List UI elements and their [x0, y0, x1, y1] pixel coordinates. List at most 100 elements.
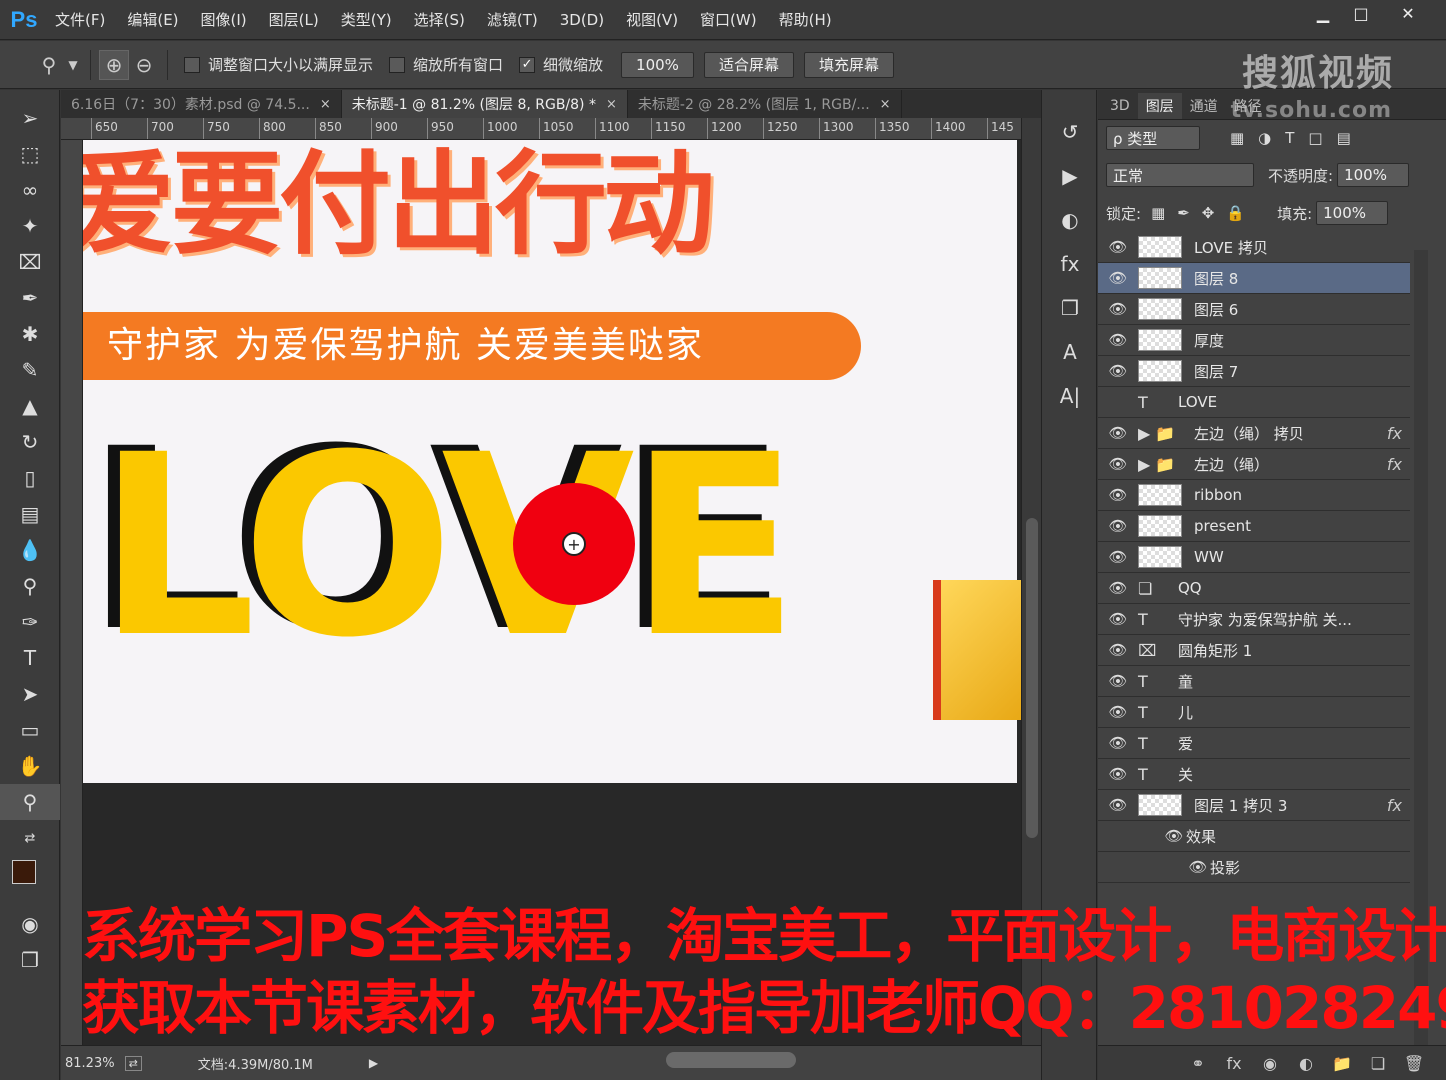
close-icon[interactable]: × [880, 97, 891, 112]
character-panel-icon[interactable]: A [1042, 330, 1098, 374]
menu-item[interactable]: 帮助(H) [768, 0, 843, 40]
folder-icon[interactable]: 📁 [1324, 1054, 1360, 1073]
layer-row[interactable]: 👁 图层 7 [1098, 356, 1410, 387]
fit-screen-button[interactable]: 适合屏幕 [703, 51, 794, 78]
eye-icon[interactable]: 👁 [1098, 393, 1138, 411]
tab-channels[interactable]: 通道 [1182, 93, 1226, 119]
layer-row[interactable]: 👁 LOVE 拷贝 [1098, 232, 1410, 263]
layer-row[interactable]: 👁 投影 [1098, 852, 1410, 883]
eye-icon[interactable]: 👁 [1098, 641, 1138, 659]
tab-doc-2[interactable]: 未标题-1 @ 81.2% (图层 8, RGB/8) * × [341, 90, 628, 118]
filter-icons[interactable]: ▦◑T□▤ [1230, 129, 1365, 147]
layer-row[interactable]: 👁 效果 [1098, 821, 1410, 852]
eye-icon[interactable]: 👁 [1162, 827, 1186, 845]
eye-icon[interactable]: 👁 [1098, 610, 1138, 628]
menu-item[interactable]: 3D(D) [549, 0, 615, 40]
color-swatches[interactable] [0, 856, 60, 906]
eye-icon[interactable]: 👁 [1098, 455, 1138, 473]
zoom-level[interactable]: 81.23% [65, 1056, 115, 1071]
tab-3d[interactable]: 3D [1102, 93, 1138, 119]
layer-row[interactable]: 👁T LOVE [1098, 387, 1410, 418]
magic-wand-tool-icon[interactable]: ✦ [0, 208, 60, 244]
scroll-thumb[interactable] [1026, 518, 1038, 838]
swap-colors-icon[interactable]: ⇄ [0, 820, 60, 856]
menu-item[interactable]: 图像(I) [190, 0, 258, 40]
scrubby-zoom-option[interactable]: ✓ 细微缩放 [519, 54, 603, 75]
zoom-in-icon[interactable]: ⊕ [99, 49, 129, 80]
layer-row[interactable]: 👁 T 守护家 为爱保驾护航 关... [1098, 604, 1410, 635]
eye-icon[interactable]: 👁 [1186, 858, 1210, 876]
layer-row[interactable]: 👁 图层 6 [1098, 294, 1410, 325]
eye-icon[interactable]: 👁 [1098, 765, 1138, 783]
actions-panel-icon[interactable]: ▶ [1042, 154, 1098, 198]
blur-tool-icon[interactable]: 💧 [0, 532, 60, 568]
layer-row[interactable]: 👁 厚度 [1098, 325, 1410, 356]
share-icon[interactable]: ⇄ [124, 1055, 142, 1071]
gradient-tool-icon[interactable]: ▤ [0, 496, 60, 532]
document-canvas[interactable]: 爱要付出行动 守护家 为爱保驾护航 关爱美美哒家 LOVE + [83, 140, 1021, 783]
layer-row[interactable]: 👁 T 儿 [1098, 697, 1410, 728]
styles-panel-icon[interactable]: fx [1042, 242, 1098, 286]
path-selection-tool-icon[interactable]: ➤ [0, 676, 60, 712]
menu-item[interactable]: 视图(V) [615, 0, 689, 40]
eye-icon[interactable]: 👁 [1098, 703, 1138, 721]
fx-icon[interactable]: fx [1387, 424, 1402, 443]
zoom-out-icon[interactable]: ⊖ [129, 50, 159, 80]
layer-row[interactable]: 👁 ▶ 📁 左边（绳） fx [1098, 449, 1410, 480]
layer-row[interactable]: 👁 T 关 [1098, 759, 1410, 790]
resize-window-checkbox[interactable] [184, 56, 200, 73]
clone-stamp-tool-icon[interactable]: ▲ [0, 388, 60, 424]
layer-row[interactable]: 👁 present [1098, 511, 1410, 542]
eye-icon[interactable]: 👁 [1098, 548, 1138, 566]
eyedropper-tool-icon[interactable]: ✒ [0, 280, 60, 316]
eye-icon[interactable]: 👁 [1098, 362, 1138, 380]
layer-row[interactable]: 👁 ribbon [1098, 480, 1410, 511]
screen-mode-icon[interactable]: ❐ [0, 942, 60, 978]
layer-row[interactable]: 👁 T 爱 [1098, 728, 1410, 759]
healing-brush-tool-icon[interactable]: ✱ [0, 316, 60, 352]
tab-layers[interactable]: 图层 [1137, 93, 1182, 119]
rectangle-tool-icon[interactable]: ▭ [0, 712, 60, 748]
link-icon[interactable]: ⚭ [1180, 1054, 1216, 1073]
zoom-all-option[interactable]: 缩放所有窗口 [389, 54, 503, 75]
close-button[interactable]: ✕ [1380, 0, 1436, 26]
lock-icons[interactable]: ▦✒✥🔒 [1151, 204, 1257, 222]
eye-icon[interactable]: 👁 [1098, 331, 1138, 349]
paragraph-panel-icon[interactable]: A| [1042, 374, 1098, 418]
opacity-input[interactable]: 100% [1337, 163, 1410, 187]
new-layer-icon[interactable]: ❏ [1360, 1054, 1396, 1073]
layer-filter-select[interactable]: ρ 类型 [1106, 126, 1200, 150]
foreground-color[interactable] [12, 860, 36, 884]
zoom-all-checkbox[interactable] [389, 56, 406, 73]
layer-row[interactable]: 👁 ⌧ 圆角矩形 1 [1098, 635, 1410, 666]
type-tool-icon[interactable]: T [0, 640, 60, 676]
quick-mask-icon[interactable]: ◉ [0, 906, 60, 942]
brush-tool-icon[interactable]: ✎ [0, 352, 60, 388]
resize-window-option[interactable]: 调整窗口大小以满屏显示 [184, 54, 373, 75]
layer-row[interactable]: 👁 图层 1 拷贝 3 fx [1098, 790, 1410, 821]
eye-icon[interactable]: 👁 [1098, 238, 1138, 256]
tab-doc-1[interactable]: 6.16日（7：30）素材.psd @ 74.5... × [61, 90, 342, 118]
adjustments-panel-icon[interactable]: ◐ [1042, 198, 1098, 242]
clone-source-icon[interactable]: ❐ [1042, 286, 1098, 330]
chevron-down-icon[interactable]: ▼ [64, 50, 82, 80]
eye-icon[interactable]: 👁 [1098, 486, 1138, 504]
eye-icon[interactable]: 👁 [1098, 672, 1138, 690]
hand-tool-icon[interactable]: ✋ [0, 748, 60, 784]
menu-item[interactable]: 滤镜(T) [476, 0, 549, 40]
menu-item[interactable]: 文件(F) [44, 0, 116, 40]
eye-icon[interactable]: 👁 [1098, 269, 1138, 287]
zoom-100-button[interactable]: 100% [621, 51, 694, 78]
menu-item[interactable]: 选择(S) [403, 0, 476, 40]
lasso-tool-icon[interactable]: ∞ [0, 172, 60, 208]
horizontal-scroll-thumb[interactable] [666, 1052, 796, 1068]
fill-screen-button[interactable]: 填充屏幕 [803, 51, 894, 78]
dodge-tool-icon[interactable]: ⚲ [0, 568, 60, 604]
eye-icon[interactable]: 👁 [1098, 796, 1138, 814]
marquee-tool-icon[interactable]: ⬚ [0, 136, 60, 172]
move-tool-icon[interactable]: ➢ [0, 100, 60, 136]
blend-mode-select[interactable]: 正常 [1106, 163, 1254, 187]
eye-icon[interactable]: 👁 [1098, 579, 1138, 597]
layer-row[interactable]: 👁 WW [1098, 542, 1410, 573]
menu-item[interactable]: 窗口(W) [689, 0, 768, 40]
